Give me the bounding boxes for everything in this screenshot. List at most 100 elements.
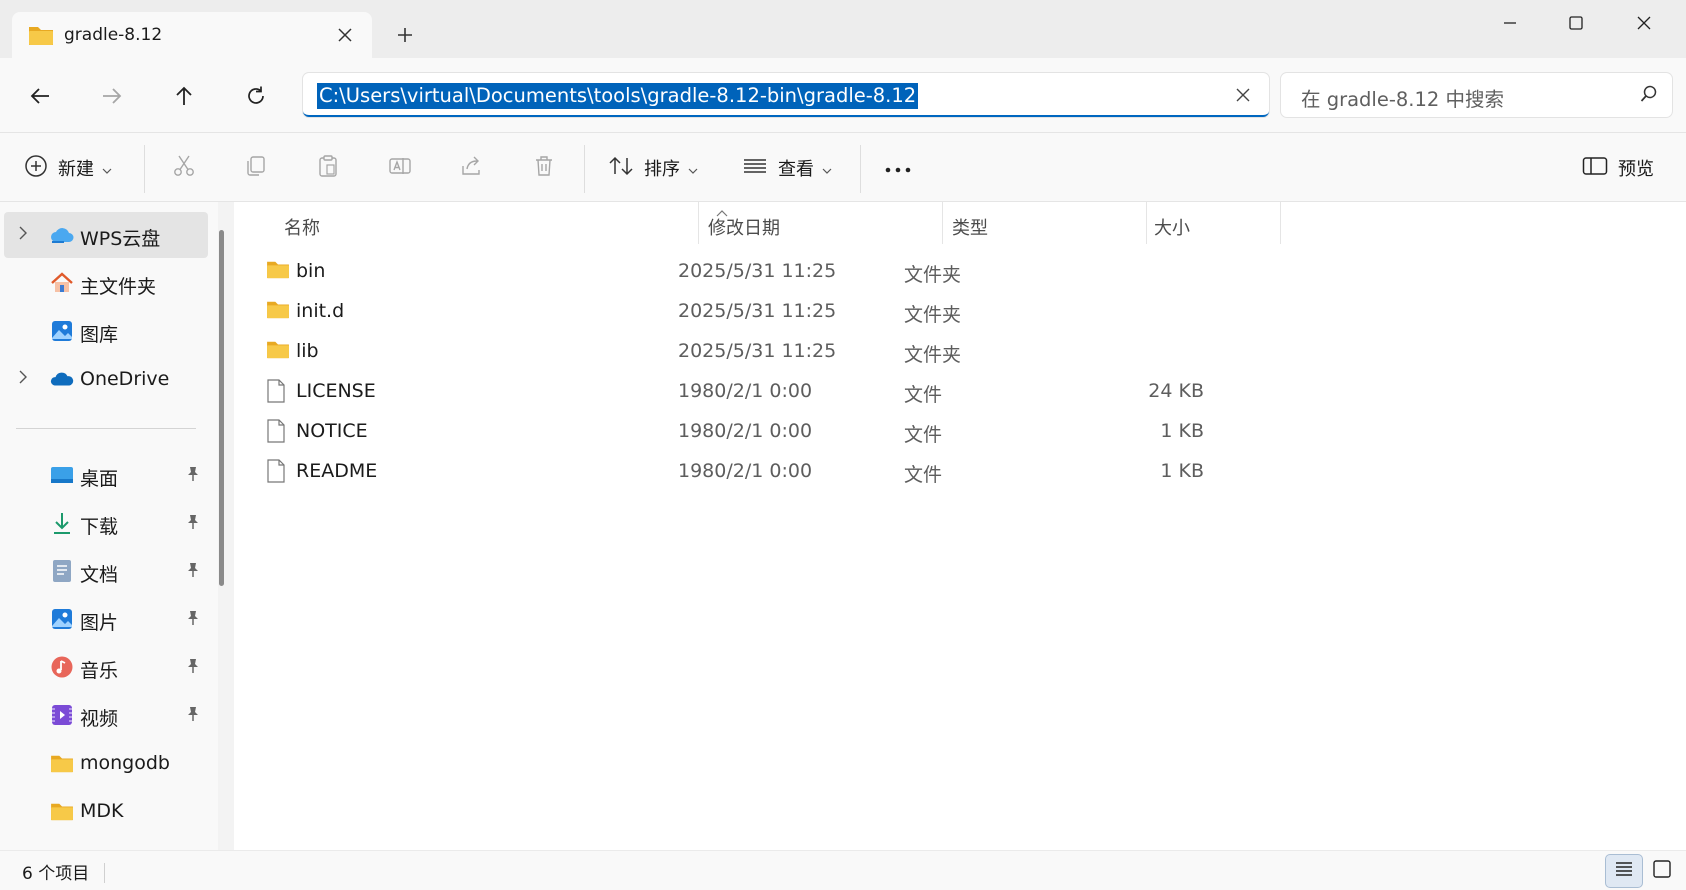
sidebar-item-label: MDK <box>80 800 124 822</box>
search-icon[interactable] <box>1640 85 1658 107</box>
file-row[interactable]: README 1980/2/1 0:00 文件 1 KB <box>254 451 1514 491</box>
maximize-button[interactable] <box>1546 4 1606 42</box>
file-name[interactable]: lib <box>296 340 319 362</box>
view-button[interactable]: 查看 <box>742 149 832 187</box>
file-row[interactable]: NOTICE 1980/2/1 0:00 文件 1 KB <box>254 411 1514 451</box>
file-name[interactable]: NOTICE <box>296 420 368 442</box>
file-modified: 2025/5/31 11:25 <box>678 300 837 322</box>
clear-address-icon[interactable] <box>1229 81 1257 109</box>
status-divider <box>104 863 105 883</box>
navigation-pane: WPS云盘 主文件夹 图库 OneDrive 桌面 下载 文档 图片 音乐 视频… <box>0 202 218 850</box>
add-circle-icon <box>24 154 48 183</box>
tiles-view-button[interactable] <box>1644 855 1680 887</box>
file-name[interactable]: README <box>296 460 377 482</box>
sidebar-item-desktop[interactable]: 桌面 <box>4 452 208 498</box>
music-icon <box>50 655 74 679</box>
sidebar-item-label: 图片 <box>80 612 119 634</box>
sidebar-item-label: 图库 <box>80 324 119 346</box>
sidebar-item-wps-cloud[interactable]: WPS云盘 <box>4 212 208 258</box>
tab-gradle[interactable]: gradle-8.12 <box>12 12 372 60</box>
address-bar[interactable]: C:\Users\virtual\Documents\tools\gradle-… <box>303 73 1269 117</box>
pin-icon[interactable] <box>186 706 200 726</box>
paste-button[interactable] <box>316 149 340 187</box>
pin-icon[interactable] <box>186 610 200 630</box>
sidebar-item-mongodb[interactable]: mongodb <box>4 740 208 786</box>
minimize-button[interactable] <box>1480 4 1540 42</box>
file-row[interactable]: lib 2025/5/31 11:25 文件夹 <box>254 331 1514 371</box>
pin-icon[interactable] <box>186 562 200 582</box>
up-button[interactable] <box>164 78 204 114</box>
file-icon <box>266 419 290 443</box>
column-header-size[interactable]: 大小 <box>1154 214 1190 240</box>
onedrive-icon <box>50 367 74 391</box>
home-icon <box>50 271 74 295</box>
sidebar-item-documents[interactable]: 文档 <box>4 548 208 594</box>
column-header-name[interactable]: 名称 <box>284 214 320 240</box>
sort-button[interactable]: 排序 <box>608 149 698 187</box>
column-header-modified[interactable]: 修改日期 <box>708 214 780 240</box>
pin-icon[interactable] <box>186 466 200 486</box>
sidebar-item-videos[interactable]: 视频 <box>4 692 208 738</box>
close-window-button[interactable] <box>1614 4 1674 42</box>
file-name[interactable]: LICENSE <box>296 380 376 402</box>
folder-icon <box>266 299 290 323</box>
share-button[interactable] <box>460 149 484 187</box>
sidebar-item-gallery[interactable]: 图库 <box>4 308 208 354</box>
pin-icon[interactable] <box>186 514 200 534</box>
new-label: 新建 <box>58 159 94 180</box>
back-button[interactable] <box>20 78 60 114</box>
file-name[interactable]: bin <box>296 260 325 282</box>
details-view-button[interactable] <box>1606 855 1642 887</box>
close-tab-icon[interactable] <box>330 20 360 50</box>
sidebar-item-label: mongodb <box>80 752 170 774</box>
chevron-right-icon[interactable] <box>18 225 28 245</box>
cut-button[interactable] <box>172 149 196 187</box>
forward-button[interactable] <box>92 78 132 114</box>
sidebar-item-music[interactable]: 音乐 <box>4 644 208 690</box>
delete-button[interactable] <box>532 149 556 187</box>
sidebar-item-downloads[interactable]: 下载 <box>4 500 208 546</box>
cloud-icon <box>50 223 74 247</box>
folder-icon <box>28 24 54 50</box>
column-divider[interactable] <box>698 202 699 244</box>
more-options-button[interactable] <box>884 149 912 187</box>
file-row[interactable]: bin 2025/5/31 11:25 文件夹 <box>254 251 1514 291</box>
new-tab-button[interactable] <box>390 20 420 50</box>
file-name[interactable]: init.d <box>296 300 344 322</box>
paste-icon <box>316 154 340 183</box>
new-button[interactable]: 新建 <box>24 149 112 187</box>
rename-button[interactable] <box>388 149 412 187</box>
sidebar-item-home[interactable]: 主文件夹 <box>4 260 208 306</box>
sidebar-item-label: 视频 <box>80 708 119 730</box>
address-path[interactable]: C:\Users\virtual\Documents\tools\gradle-… <box>317 83 919 109</box>
folder-icon <box>50 751 74 775</box>
search-box[interactable]: 在 gradle-8.12 中搜索 <box>1281 73 1672 117</box>
copy-button[interactable] <box>244 149 268 187</box>
file-row[interactable]: LICENSE 1980/2/1 0:00 文件 24 KB <box>254 371 1514 411</box>
column-header-type[interactable]: 类型 <box>952 214 988 240</box>
column-divider[interactable] <box>942 202 943 244</box>
toolbar-divider <box>860 145 861 193</box>
file-size: 1 KB <box>1160 460 1204 482</box>
more-icon <box>884 158 912 179</box>
view-label: 查看 <box>778 159 814 180</box>
file-type: 文件 <box>904 384 943 406</box>
refresh-button[interactable] <box>236 78 276 114</box>
sidebar-scrollbar[interactable] <box>219 230 224 586</box>
sidebar-item-label: 下载 <box>80 516 119 538</box>
sidebar-item-pictures[interactable]: 图片 <box>4 596 208 642</box>
chevron-right-icon[interactable] <box>18 369 28 389</box>
folder-icon <box>266 339 290 363</box>
sidebar-item-onedrive[interactable]: OneDrive <box>4 356 208 402</box>
sidebar-item-label: 音乐 <box>80 660 119 682</box>
sidebar-item-mdk[interactable]: MDK <box>4 788 208 834</box>
gallery-icon <box>50 319 74 343</box>
file-modified: 2025/5/31 11:25 <box>678 260 837 282</box>
preview-pane-button[interactable]: 预览 <box>1582 149 1654 187</box>
column-divider[interactable] <box>1146 202 1147 244</box>
column-divider[interactable] <box>1280 202 1281 244</box>
sidebar-item-label: OneDrive <box>80 368 170 390</box>
pin-icon[interactable] <box>186 658 200 678</box>
details-view-icon <box>1614 860 1634 882</box>
file-row[interactable]: init.d 2025/5/31 11:25 文件夹 <box>254 291 1514 331</box>
